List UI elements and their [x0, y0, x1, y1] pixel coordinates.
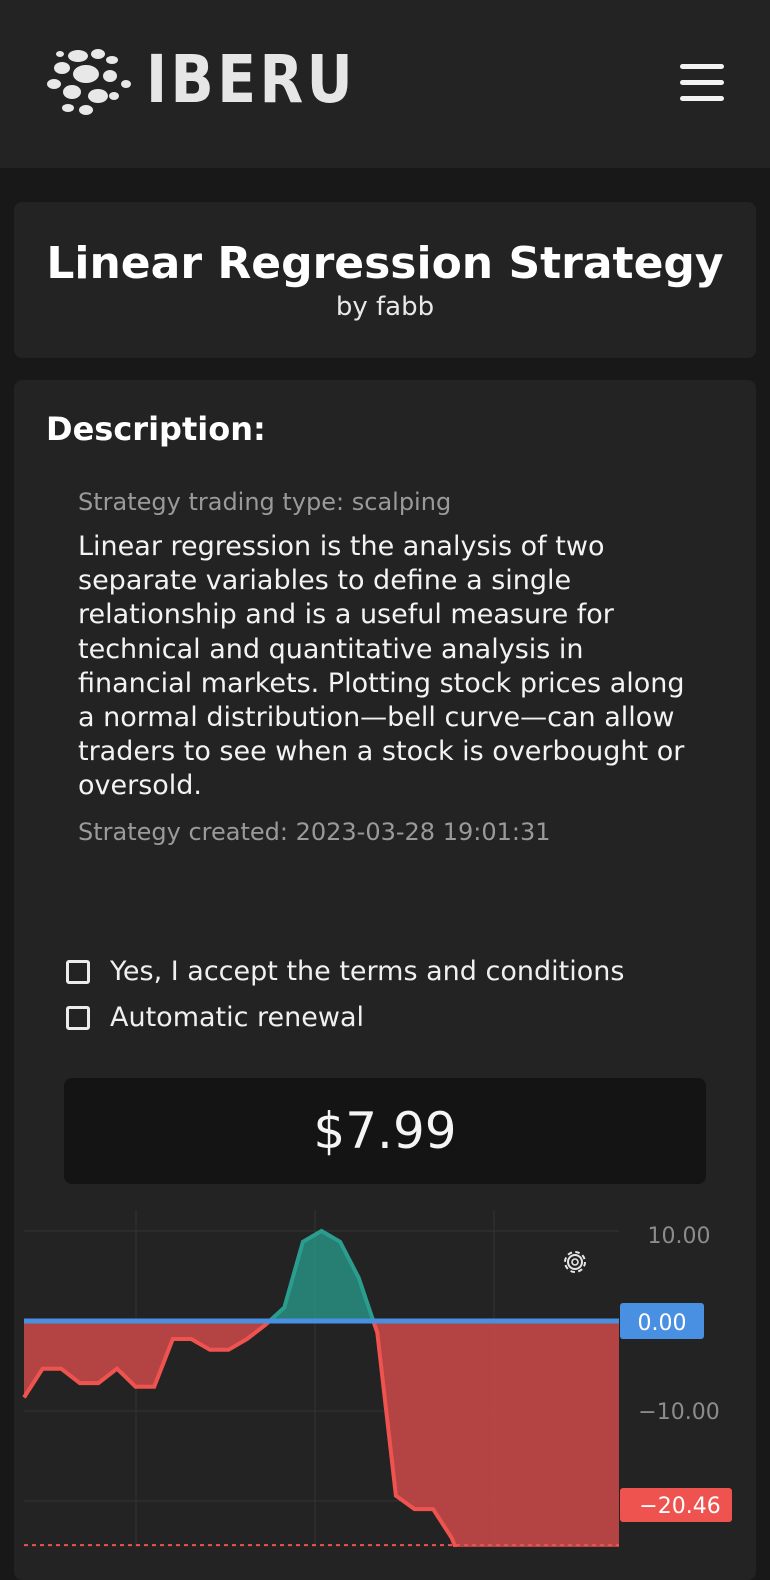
menu-bar-bottom — [680, 96, 724, 101]
chart-areas — [22, 1228, 619, 1547]
chart-labels: 10.00 0.00 −10.00 −20.46 — [620, 1224, 732, 1522]
hamburger-menu-icon[interactable] — [680, 64, 724, 102]
gear-icon[interactable] — [564, 1251, 586, 1273]
last-value-label: −20.46 — [639, 1494, 720, 1519]
menu-bar-middle — [680, 80, 724, 85]
strategy-author: by fabb — [335, 292, 435, 322]
accept-terms-checkbox[interactable] — [66, 959, 90, 984]
tick-label: −10.00 — [638, 1400, 719, 1425]
auto-renewal-checkbox[interactable] — [66, 1005, 90, 1030]
top-bar: IBERU — [0, 0, 770, 168]
auto-renewal-option[interactable]: Automatic renewal — [66, 1002, 364, 1033]
purchase-button[interactable]: $7.99 — [64, 1078, 706, 1184]
price-label: $7.99 — [313, 1102, 457, 1160]
trading-type: Strategy trading type: scalping — [78, 488, 452, 516]
menu-bar-top — [680, 64, 724, 69]
tick-label: 0.00 — [638, 1311, 687, 1336]
brand-dots-icon — [47, 49, 131, 115]
accept-terms-label: Yes, I accept the terms and conditions — [110, 956, 625, 987]
created-date: Strategy created: 2023-03-28 19:01:31 — [78, 818, 551, 846]
auto-renewal-label: Automatic renewal — [110, 1002, 365, 1033]
brand-name: IBERU — [146, 41, 357, 118]
performance-chart[interactable]: 10.00 0.00 −10.00 −20.46 — [0, 1210, 770, 1547]
description-text: Linear regression is the analysis of two… — [78, 531, 685, 802]
tick-label: 10.00 — [648, 1224, 711, 1249]
accept-terms-option[interactable]: Yes, I accept the terms and conditions — [66, 956, 624, 987]
description-heading: Description: — [46, 410, 266, 448]
brand-logo[interactable]: IBERU — [46, 42, 390, 118]
strategy-title: Linear Regression Strategy — [46, 238, 724, 289]
